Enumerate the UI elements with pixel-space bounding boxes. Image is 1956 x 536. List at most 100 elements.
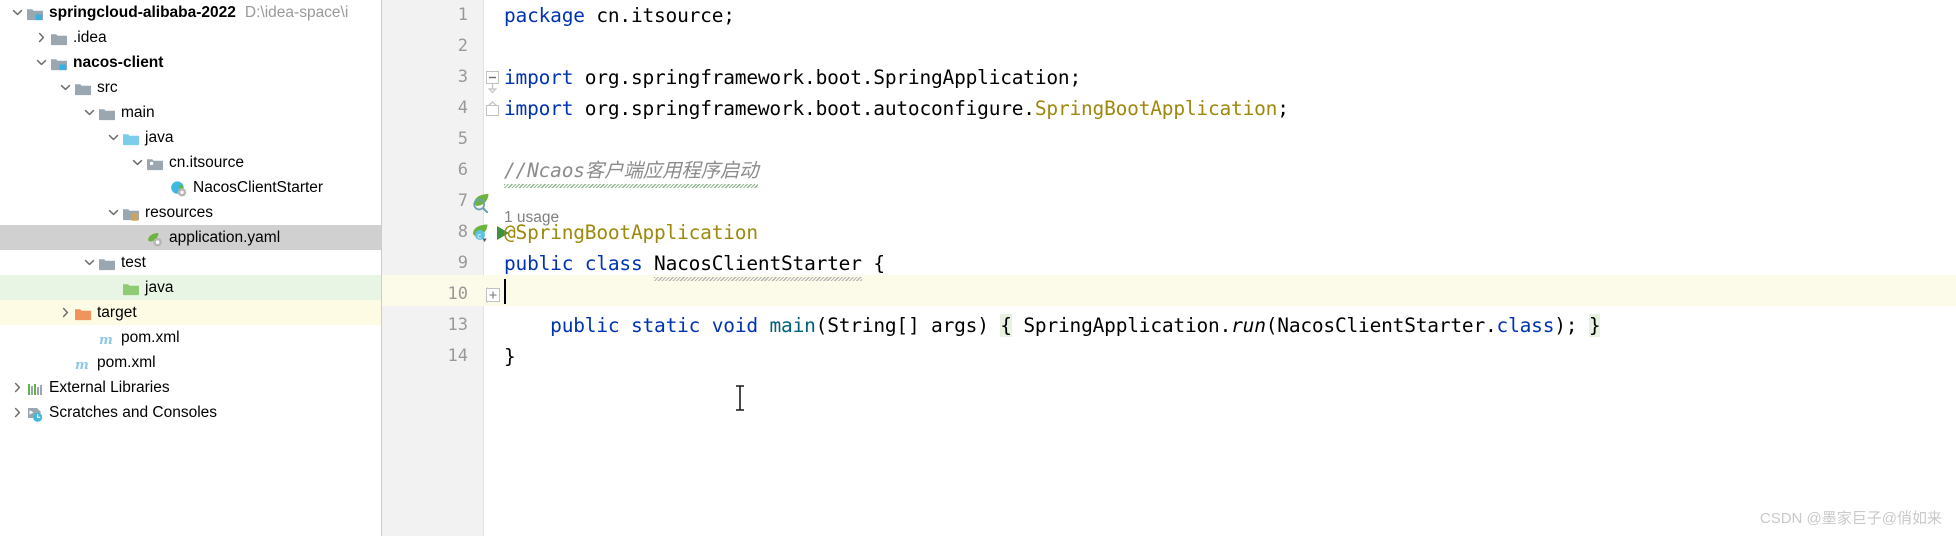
editor-area[interactable]: 1 2 3 4 5 6 7 8 c 9 10 13 14 package cn.itsource; im… [382,0,1956,536]
comment-cjk: 客户端应用程序启动 [584,155,759,188]
tree-label: External Libraries [49,378,170,396]
tree-label: test [121,253,146,271]
chevron-right-icon[interactable] [10,375,25,400]
tree-label: pom.xml [121,328,180,346]
line-number: 1 [457,5,468,25]
class-open-brace: { [873,252,885,275]
keyword-class-literal: class [1496,314,1555,337]
keyword-import-2: import [504,97,574,120]
tree-row-resources[interactable]: resources [0,200,381,225]
resources-folder-icon [121,200,141,225]
spring-boot-application-annotation: @SpringBootApplication [504,221,758,244]
tree-row-pom-xml[interactable]: m pom.xml [0,325,381,350]
project-tool-window[interactable]: springcloud-alibaba-2022 D:\idea-space\i.… [0,0,382,536]
tree-row-cn-itsource[interactable]: cn.itsource [0,150,381,175]
tree-label: application.yaml [169,228,281,246]
module-folder-icon [25,0,45,25]
chevron-right-icon[interactable] [34,25,49,50]
tree-row-springcloud-alibaba-2022[interactable]: springcloud-alibaba-2022 D:\idea-space\i [0,0,381,25]
chevron-down-icon[interactable] [82,250,97,275]
yaml-file-icon [145,225,165,250]
code-line-7-annotation[interactable]: @SpringBootApplication [504,217,758,248]
tree-row-application-yaml[interactable]: application.yaml [0,225,381,250]
line-number: 3 [457,67,468,87]
tree-label: .idea [73,28,107,46]
tree-row-nacos-client[interactable]: nacos-client [0,50,381,75]
tree-row-java[interactable]: java [0,125,381,150]
target-folder-icon [73,300,93,325]
chevron-down-icon[interactable] [130,150,145,175]
chevron-down-icon[interactable] [106,200,121,225]
keyword-void: void [711,314,758,337]
spring-application-ref: SpringApplication. [1011,314,1232,337]
chevron-down-icon[interactable] [58,75,73,100]
chevron-down-icon[interactable] [34,50,49,75]
module-folder-icon [49,50,69,75]
chevron-down-icon[interactable] [106,125,121,150]
tree-row-scratches-and-consoles[interactable]: Scratches and Consoles [0,400,381,425]
line-number: 7 [457,191,468,211]
tree-label: java [145,278,174,296]
chevron-down-icon[interactable] [10,0,25,25]
tree-row-java[interactable]: java [0,275,381,300]
import-semicolon-2: ; [1277,97,1289,120]
keyword-public-10: public [550,314,620,337]
fold-region-end-icon[interactable] [485,101,501,117]
code-line-3[interactable]: import org.springframework.boot.SpringAp… [504,62,1081,93]
package-icon [145,150,165,175]
chevron-down-icon[interactable] [82,100,97,125]
code-line-1[interactable]: package cn.itsource; [504,0,735,31]
method-params: (String[] args) [815,314,1001,337]
package-name: cn.itsource; [584,4,735,27]
folder-icon [97,100,117,125]
fold-expand-icon[interactable] [485,287,501,303]
chevron-right-icon[interactable] [58,300,73,325]
code-line-4[interactable]: import org.springframework.boot.autoconf… [504,93,1289,124]
tree-row-external-libraries[interactable]: External Libraries [0,375,381,400]
tree-row-test[interactable]: test [0,250,381,275]
tree-label: nacos-client [73,53,164,71]
keyword-static: static [630,314,701,337]
maven-file-icon: m [73,350,93,375]
caret-line-highlight [382,275,1956,306]
line-number: 6 [457,160,468,180]
keyword-package: package [504,4,585,27]
folder-icon [97,250,117,275]
run-call-end: ); [1554,314,1589,337]
code-line-13-close-brace[interactable]: } [504,341,516,372]
project-path-label: D:\idea-space\i [244,3,349,21]
tree-row-main[interactable]: main [0,100,381,125]
line-number: 13 [447,315,468,335]
import-path-1: org.springframework.boot.SpringApplicati… [573,66,1082,89]
spring-bean-icon[interactable] [471,191,495,214]
tree-row-target[interactable]: target [0,300,381,325]
tree-row-idea[interactable]: .idea [0,25,381,50]
line-number: 4 [457,98,468,118]
code-line-8-class-decl[interactable]: public class NacosClientStarter { [504,248,885,281]
fold-region-start-icon[interactable] [485,70,501,94]
class-close-brace: } [504,345,516,368]
code-line-6-comment[interactable]: //Ncaos客户端应用程序启动 [504,155,759,188]
chevron-right-icon[interactable] [10,400,25,425]
svg-text:m: m [99,333,113,348]
tree-row-nacosclientstarter[interactable]: NacosClientStarter [0,175,381,200]
tree-row-pom-xml[interactable]: m pom.xml [0,350,381,375]
import-class-2: SpringBootApplication [1034,97,1278,120]
tree-label: target [97,303,137,321]
import-path-2: org.springframework.boot.autoconfigure. [573,97,1035,120]
line-number: 5 [457,129,468,149]
line-number: 2 [457,36,468,56]
tree-label: main [121,103,155,121]
tree-row-src[interactable]: src [0,75,381,100]
code-line-10-main-method[interactable]: public static void main(String[] args) {… [504,310,1601,341]
method-name-main: main [769,314,816,337]
folder-icon [49,25,69,50]
maven-file-icon: m [97,325,117,350]
run-arg-open: (NacosClientStarter. [1265,314,1497,337]
tree-label: resources [145,203,214,221]
run-method-call: run [1231,314,1266,337]
